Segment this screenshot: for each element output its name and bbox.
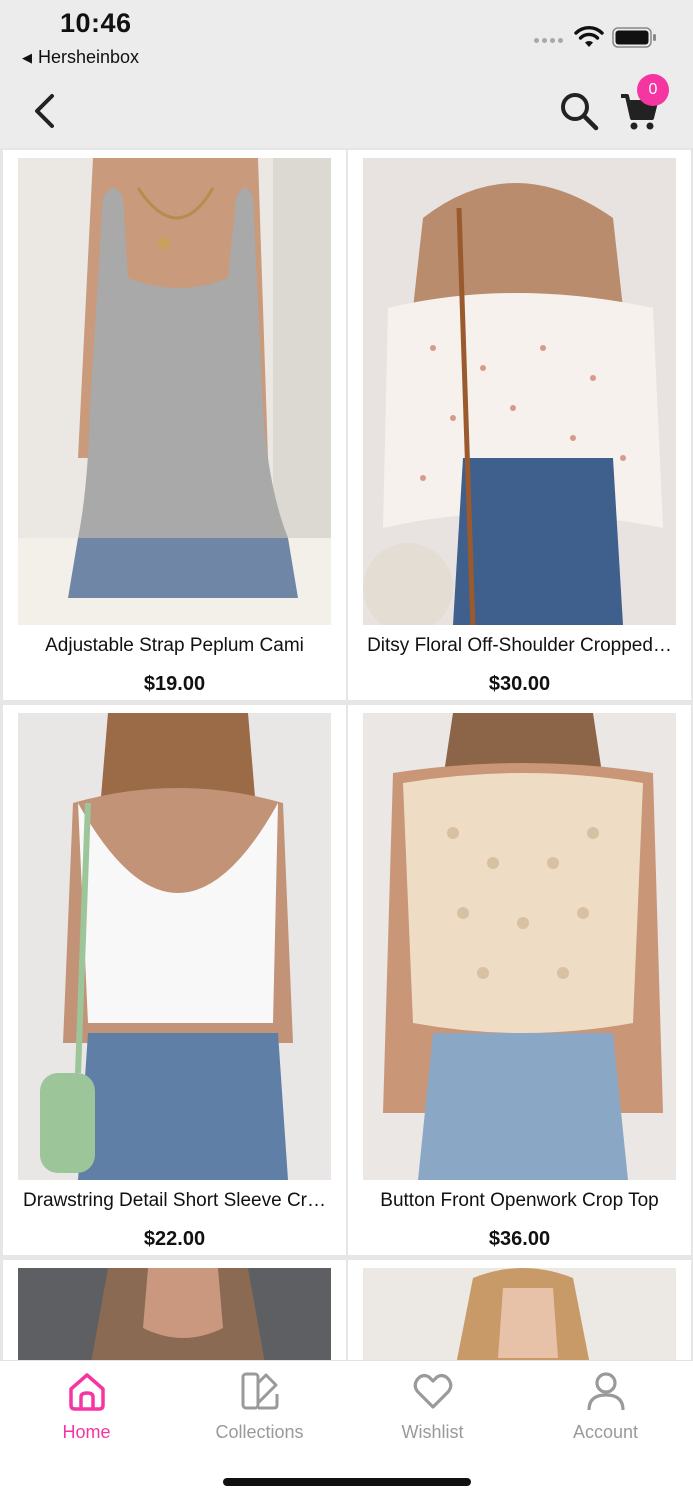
wifi-icon	[574, 26, 604, 47]
tab-home-label: Home	[62, 1422, 111, 1442]
battery-icon	[612, 27, 656, 48]
tab-wishlist-label: Wishlist	[401, 1422, 464, 1442]
chevron-left-icon[interactable]	[28, 90, 62, 132]
tab-collections[interactable]: Collections	[173, 1369, 346, 1449]
tab-home[interactable]: Home	[0, 1369, 173, 1449]
product-image[interactable]	[18, 158, 331, 625]
back-app-label: Hersheinbox	[38, 47, 140, 67]
product-title: Drawstring Detail Short Sleeve Cr…	[22, 1190, 327, 1211]
product-price: $36.00	[488, 1228, 551, 1250]
status-bar: 10:46 ◀ Hersheinbox	[0, 0, 693, 78]
product-card[interactable]	[3, 1260, 346, 1360]
tab-account[interactable]: Account	[519, 1369, 692, 1449]
product-image[interactable]	[363, 713, 676, 1180]
product-card[interactable]: Button Front Openwork Crop Top $36.00	[348, 705, 691, 1255]
product-card[interactable]: Drawstring Detail Short Sleeve Cr… $22.0…	[3, 705, 346, 1255]
home-indicator	[223, 1478, 471, 1486]
product-card[interactable]: Adjustable Strap Peplum Cami $19.00	[3, 150, 346, 700]
back-to-app-link[interactable]: ◀ Hersheinbox	[22, 47, 139, 68]
tab-collections-label: Collections	[215, 1422, 304, 1442]
product-title: Button Front Openwork Crop Top	[380, 1190, 659, 1211]
back-triangle-icon: ◀	[22, 49, 32, 65]
product-card[interactable]: Ditsy Floral Off-Shoulder Cropped… $30.0…	[348, 150, 691, 700]
home-icon	[68, 1373, 105, 1411]
product-title: Ditsy Floral Off-Shoulder Cropped…	[367, 635, 672, 656]
heart-icon	[413, 1373, 452, 1409]
product-image[interactable]	[18, 1268, 331, 1360]
status-time: 10:46	[60, 8, 132, 38]
product-image[interactable]	[18, 713, 331, 1180]
tab-account-label: Account	[572, 1422, 639, 1442]
cart-count-badge: 0	[637, 74, 669, 106]
product-title: Adjustable Strap Peplum Cami	[45, 635, 304, 656]
product-price: $30.00	[488, 673, 551, 695]
search-icon[interactable]	[558, 90, 600, 132]
product-image[interactable]	[363, 158, 676, 625]
product-price: $22.00	[143, 1228, 206, 1250]
product-card[interactable]	[348, 1260, 691, 1360]
product-grid: Adjustable Strap Peplum Cami $19.00 Dits…	[0, 148, 693, 1360]
collections-icon	[241, 1372, 278, 1410]
tab-wishlist[interactable]: Wishlist	[346, 1369, 519, 1449]
cellular-signal-icon	[534, 38, 563, 43]
navigation-bar	[0, 78, 693, 148]
user-icon	[586, 1372, 625, 1411]
product-image[interactable]	[363, 1268, 676, 1360]
product-price: $19.00	[143, 673, 206, 695]
